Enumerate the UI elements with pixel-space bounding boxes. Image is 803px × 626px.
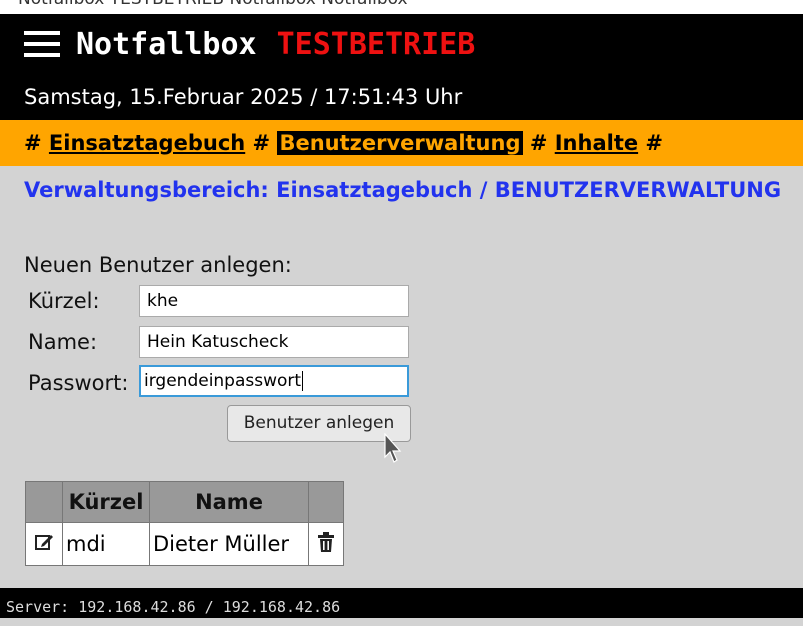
nav-einsatztagebuch[interactable]: Einsatztagebuch (49, 131, 245, 155)
name-input[interactable]: Hein Katuscheck (139, 326, 409, 358)
nav-benutzerverwaltung[interactable]: Benutzerverwaltung (277, 131, 523, 155)
server-info: Server: 192.168.42.86 / 192.168.42.86 (6, 598, 341, 616)
cell-kuerzel: mdi (62, 522, 150, 566)
top-strip-cutoff: Notfallbox TESTBETRIEB Notfallbox Notfal… (0, 0, 803, 14)
mouse-pointer-icon (384, 433, 402, 463)
app-header: Notfallbox TESTBETRIEB (0, 14, 803, 74)
table-row: mdi Dieter Müller (25, 522, 344, 566)
datetime-bar: Samstag, 15.Februar 2025 / 17:51:43 Uhr (0, 74, 803, 120)
header-edit (25, 481, 63, 523)
nav-separator: # (252, 131, 271, 155)
edit-cell[interactable] (25, 522, 63, 566)
cell-name: Dieter Müller (149, 522, 309, 566)
app-title: Notfallbox (76, 26, 257, 62)
hamburger-icon[interactable] (24, 31, 60, 57)
passwort-label: Passwort: (28, 371, 129, 395)
edit-icon[interactable] (34, 532, 54, 552)
nav-separator: # (24, 131, 42, 155)
main-nav: # Einsatztagebuch # Benutzerverwaltung #… (0, 120, 803, 166)
passwort-input[interactable]: irgendeinpasswort (139, 365, 409, 397)
users-table: Kürzel Name mdi Dieter Müller (25, 481, 344, 566)
mode-badge: TESTBETRIEB (276, 26, 476, 62)
kuerzel-input[interactable]: khe (139, 285, 409, 317)
top-strip-text: Notfallbox TESTBETRIEB Notfallbox Notfal… (0, 0, 408, 9)
header-delete (308, 481, 344, 523)
header-kuerzel: Kürzel (62, 481, 150, 523)
datetime-text: Samstag, 15.Februar 2025 / 17:51:43 Uhr (24, 85, 463, 109)
header-name: Name (149, 481, 309, 523)
passwort-value: irgendeinpasswort (144, 371, 302, 391)
table-header-row: Kürzel Name (25, 481, 344, 523)
nav-inhalte[interactable]: Inhalte (555, 131, 638, 155)
server-footer: Server: 192.168.42.86 / 192.168.42.86 (0, 588, 803, 618)
trash-icon[interactable] (317, 531, 335, 553)
form-heading: Neuen Benutzer anlegen: (24, 253, 292, 277)
nav-separator: # (645, 131, 664, 155)
nav-separator: # (529, 131, 548, 155)
name-label: Name: (28, 330, 98, 354)
delete-cell[interactable] (308, 522, 344, 566)
kuerzel-label: Kürzel: (28, 289, 100, 313)
section-title: Verwaltungsbereich: Einsatztagebuch / BE… (24, 178, 782, 202)
